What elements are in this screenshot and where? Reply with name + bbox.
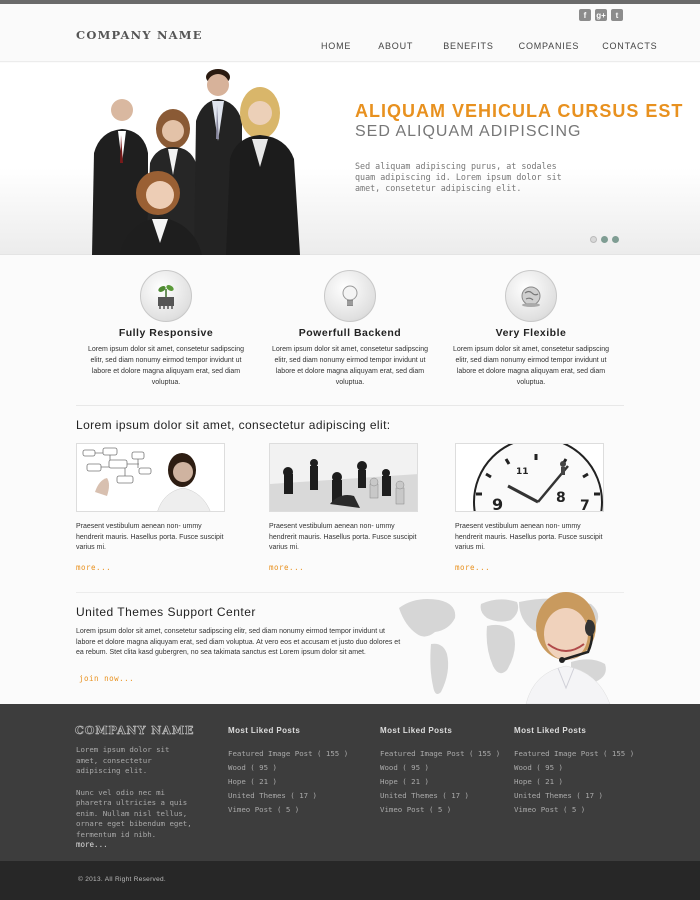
business-team-image — [92, 69, 300, 255]
nav-home[interactable]: HOME — [321, 41, 351, 51]
lightbulb-icon — [324, 270, 376, 322]
more-link[interactable]: more... — [269, 563, 419, 572]
globe-icon — [505, 270, 557, 322]
footer-column-title: Most Liked Posts — [228, 726, 301, 735]
feature-title: Fully Responsive — [118, 327, 214, 339]
social-links: f g+ t — [579, 9, 623, 21]
feature-backend: Powerfull Backend Lorem ipsum dolor sit … — [270, 270, 430, 388]
footer-link[interactable]: Wood ( 95 ) — [228, 761, 358, 775]
nav-benefits[interactable]: BENEFITS — [443, 41, 493, 51]
slider-dot[interactable] — [612, 236, 619, 243]
main-nav: HOME ABOUT BENEFITS COMPANIES CONTACTS — [321, 41, 657, 51]
site-footer: COMPANY NAME Lorem ipsum dolor sit amet,… — [0, 704, 700, 861]
post-thumbnail[interactable]: 9 8 7 11 — [455, 443, 604, 512]
footer-column-title: Most Liked Posts — [514, 726, 587, 735]
copyright-text: © 2013. All Right Reserved. — [78, 876, 167, 883]
post-text: Praesent vestibulum aenean non- ummy hen… — [455, 523, 603, 551]
footer-link[interactable]: Featured Image Post ( 155 ) — [228, 747, 358, 761]
footer-about-text: Nunc vel odio nec mi pharetra ultricies … — [76, 787, 192, 839]
posts-section-title: Lorem ipsum dolor sit amet, consectetur … — [76, 418, 391, 432]
footer-column-title: Most Liked Posts — [380, 726, 453, 735]
footer-link[interactable]: Vimeo Post ( 5 ) — [514, 803, 644, 817]
features-section: Fully Responsive Lorem ipsum dolor sit a… — [0, 256, 700, 406]
more-link[interactable]: more... — [76, 563, 226, 572]
support-text: Lorem ipsum dolor sit amet, consetetur s… — [76, 628, 401, 656]
svg-text:8: 8 — [556, 490, 566, 506]
footer-link[interactable]: Wood ( 95 ) — [514, 761, 644, 775]
footer-link[interactable]: Featured Image Post ( 155 ) — [514, 747, 644, 761]
svg-text:9: 9 — [492, 495, 503, 512]
post-thumbnail[interactable] — [269, 443, 418, 512]
post-text: Praesent vestibulum aenean non- ummy hen… — [76, 523, 224, 551]
slider-dot[interactable] — [601, 236, 608, 243]
footer-link[interactable]: Featured Image Post ( 155 ) — [380, 747, 510, 761]
post-card: 9 8 7 11 Praesent vestibulum aenean non-… — [455, 443, 605, 572]
company-logo[interactable]: COMPANY NAME — [76, 28, 203, 42]
feature-text: Lorem ipsum dolor sit amet, consetetur s… — [271, 346, 429, 386]
bottom-bar: © 2013. All Right Reserved. — [0, 861, 700, 900]
hero-slider: ALIQUAM VEHICULA CURSUS EST SED ALIQUAM … — [0, 63, 700, 255]
footer-link[interactable]: Hope ( 21 ) — [228, 775, 358, 789]
slider-dots — [590, 236, 619, 243]
feature-text: Lorem ipsum dolor sit amet, consetetur s… — [452, 346, 610, 386]
svg-text:11: 11 — [516, 467, 529, 477]
footer-link[interactable]: Vimeo Post ( 5 ) — [228, 803, 358, 817]
slider-dot[interactable] — [590, 236, 597, 243]
nav-about[interactable]: ABOUT — [378, 41, 413, 51]
footer-link[interactable]: United Themes ( 17 ) — [228, 789, 358, 803]
footer-link[interactable]: Hope ( 21 ) — [514, 775, 644, 789]
post-card: Praesent vestibulum aenean non- ummy hen… — [269, 443, 419, 572]
join-now-link[interactable]: join now... — [79, 674, 134, 683]
nav-companies[interactable]: COMPANIES — [519, 41, 580, 51]
facebook-icon[interactable]: f — [579, 9, 591, 21]
svg-text:7: 7 — [580, 498, 590, 512]
hero-text: Sed aliquam adipiscing purus, at sodales… — [355, 161, 562, 193]
footer-link[interactable]: United Themes ( 17 ) — [380, 789, 510, 803]
footer-column: Most Liked Posts Featured Image Post ( 1… — [228, 726, 358, 817]
footer-about-text: Lorem ipsum dolor sit amet, consectetur … — [76, 745, 170, 775]
feature-flexible: Very Flexible Lorem ipsum dolor sit amet… — [451, 270, 611, 388]
more-link[interactable]: more... — [455, 563, 605, 572]
footer-link[interactable]: Wood ( 95 ) — [380, 761, 510, 775]
post-text: Praesent vestibulum aenean non- ummy hen… — [269, 523, 417, 551]
feature-title: Powerfull Backend — [298, 327, 402, 339]
section-divider — [76, 405, 624, 406]
nav-contacts[interactable]: CONTACTS — [602, 41, 657, 51]
post-card: Praesent vestibulum aenean non- ummy hen… — [76, 443, 226, 572]
hero-subtitle: SED ALIQUAM ADIPISCING — [355, 123, 582, 140]
plant-chip-icon — [140, 270, 192, 322]
site-header: COMPANY NAME f g+ t HOME ABOUT BENEFITS … — [0, 4, 700, 62]
footer-link[interactable]: United Themes ( 17 ) — [514, 789, 644, 803]
support-agent-image — [525, 592, 611, 704]
feature-title: Very Flexible — [495, 327, 567, 339]
footer-link[interactable]: Hope ( 21 ) — [380, 775, 510, 789]
footer-link[interactable]: Vimeo Post ( 5 ) — [380, 803, 510, 817]
feature-responsive: Fully Responsive Lorem ipsum dolor sit a… — [86, 270, 246, 388]
twitter-icon[interactable]: t — [611, 9, 623, 21]
footer-more-link[interactable]: more... — [76, 840, 108, 849]
support-title: United Themes Support Center — [76, 605, 256, 619]
google-plus-icon[interactable]: g+ — [595, 9, 607, 21]
feature-text: Lorem ipsum dolor sit amet, consetetur s… — [87, 346, 245, 386]
hero-title: ALIQUAM VEHICULA CURSUS EST — [355, 101, 684, 121]
footer-logo[interactable]: COMPANY NAME — [75, 724, 194, 738]
footer-about: Lorem ipsum dolor sit amet, consectetur … — [76, 745, 196, 840]
footer-column: Most Liked Posts Featured Image Post ( 1… — [514, 726, 644, 817]
footer-column: Most Liked Posts Featured Image Post ( 1… — [380, 726, 510, 817]
post-thumbnail[interactable] — [76, 443, 225, 512]
